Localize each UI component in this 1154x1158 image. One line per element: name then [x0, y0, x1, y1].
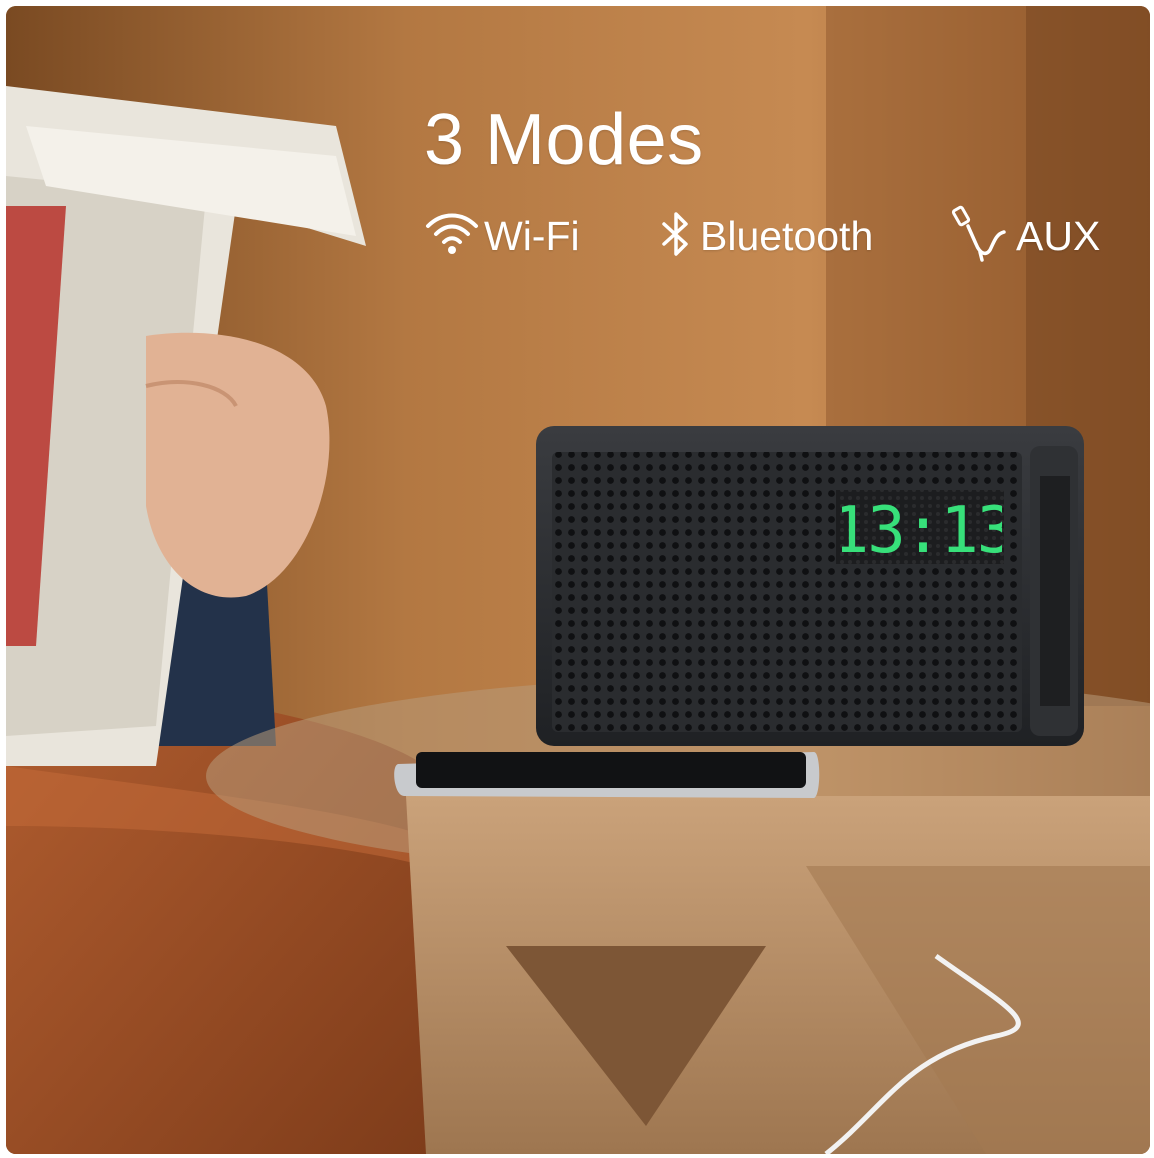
mode-label: AUX: [1016, 212, 1101, 259]
clock-display-text: 13:13: [842, 494, 1002, 560]
bluetooth-icon: [656, 210, 696, 263]
mode-bluetooth: Bluetooth: [656, 206, 873, 266]
aux-cable-icon: [946, 204, 1012, 269]
mode-wifi: Wi-Fi: [424, 206, 580, 266]
mode-aux: AUX: [946, 204, 1101, 269]
clock-display: 13:13: [842, 494, 1002, 560]
mode-label: Wi-Fi: [484, 212, 580, 259]
headline: 3 Modes: [424, 100, 704, 180]
wifi-icon: [424, 212, 480, 261]
mode-label: Bluetooth: [700, 212, 874, 259]
